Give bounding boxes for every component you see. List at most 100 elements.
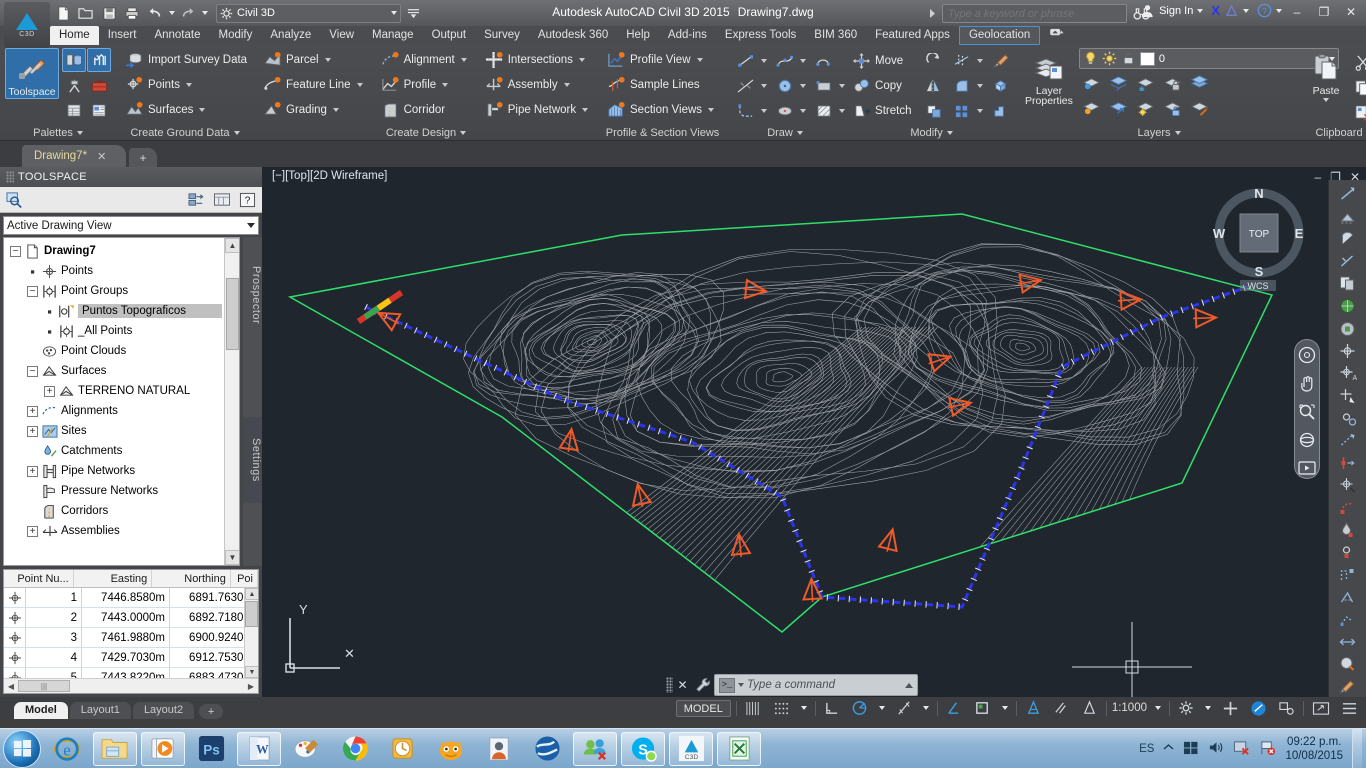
fullscreen-icon[interactable] bbox=[1309, 699, 1333, 717]
import-survey-data-button[interactable]: Import Survey Data bbox=[121, 48, 251, 72]
redo-arrow-icon[interactable] bbox=[177, 3, 199, 24]
layer-lock-icon[interactable] bbox=[1160, 71, 1186, 95]
qat-customize-icon[interactable] bbox=[402, 3, 424, 24]
autodesk-a360-icon[interactable] bbox=[1224, 4, 1239, 18]
toolspace-button[interactable]: Toolspace bbox=[5, 48, 59, 99]
create-design-expand-caret-icon[interactable] bbox=[460, 131, 466, 135]
taskbar-messenger-icon[interactable] bbox=[573, 732, 617, 766]
taskbar-file-explorer-icon[interactable] bbox=[93, 732, 137, 766]
ribbon-tab-output[interactable]: Output bbox=[423, 26, 476, 45]
dropdown-caret-icon[interactable] bbox=[325, 58, 331, 62]
dropdown-caret-icon[interactable] bbox=[461, 58, 467, 62]
civil-tool-9-icon[interactable]: A bbox=[1333, 363, 1363, 383]
civil-tool-19-icon[interactable] bbox=[1333, 587, 1363, 607]
tree-node-point-groups[interactable]: −Point Groups bbox=[4, 281, 239, 301]
profile-button[interactable]: Profile bbox=[377, 73, 475, 97]
copy-button[interactable]: Copy bbox=[848, 74, 920, 98]
expand-icon[interactable]: + bbox=[27, 466, 38, 477]
dropdown-caret-icon[interactable] bbox=[186, 83, 192, 87]
tree-node--all-points[interactable]: ▪_All Points bbox=[4, 321, 239, 341]
taskbar-chrome-icon[interactable] bbox=[333, 732, 377, 766]
customization-icon[interactable] bbox=[1338, 699, 1361, 717]
redo-dropdown-caret-icon[interactable] bbox=[200, 3, 209, 24]
grid-scroll-right-icon[interactable]: ▶ bbox=[244, 682, 258, 691]
new-file-tab-button[interactable]: + bbox=[129, 148, 157, 167]
fillet-mod-caret-icon[interactable] bbox=[977, 84, 983, 88]
help-caret-icon[interactable] bbox=[1276, 9, 1282, 13]
civil-tool-1-icon[interactable] bbox=[1333, 184, 1363, 204]
ellipse-caret-icon[interactable] bbox=[800, 109, 806, 113]
taskbar-media-player-icon[interactable] bbox=[141, 732, 185, 766]
layer-color-swatch[interactable] bbox=[1140, 52, 1155, 66]
layer-thaw-all-icon[interactable] bbox=[1133, 96, 1159, 120]
command-line-settings-icon[interactable] bbox=[692, 674, 714, 696]
sheet-set-icon[interactable] bbox=[87, 98, 111, 122]
view-selector-caret-icon[interactable] bbox=[247, 223, 255, 228]
tree-node-terreno-natural[interactable]: +TERRENO NATURAL bbox=[4, 381, 239, 401]
layers-expand-caret-icon[interactable] bbox=[1175, 131, 1181, 135]
match-properties-icon[interactable] bbox=[987, 49, 1015, 73]
civil-tool-16-icon[interactable] bbox=[1333, 520, 1363, 540]
dropdown-caret-icon[interactable] bbox=[708, 108, 714, 112]
properties-icon[interactable] bbox=[62, 98, 86, 122]
annotation-visibility-icon[interactable] bbox=[1022, 699, 1045, 717]
search-tree-icon[interactable] bbox=[4, 190, 26, 210]
grid-display-icon[interactable] bbox=[742, 699, 765, 717]
layer-unlock-icon[interactable] bbox=[1160, 96, 1186, 120]
cgd-expand-caret-icon[interactable] bbox=[234, 131, 240, 135]
command-input[interactable]: >_ Type a command bbox=[714, 674, 918, 696]
arc-icon[interactable] bbox=[810, 49, 838, 73]
profile-view-button[interactable]: Profile View bbox=[603, 48, 722, 72]
expand-icon[interactable]: + bbox=[44, 386, 55, 397]
polyline-icon[interactable] bbox=[771, 49, 799, 73]
taskbar-outlook-icon[interactable] bbox=[381, 732, 425, 766]
ribbon-overflow-icon[interactable] bbox=[1040, 26, 1074, 45]
polar-tracking-icon[interactable] bbox=[848, 699, 871, 717]
annotation-scale-icon[interactable] bbox=[1050, 699, 1073, 717]
panorama-icon[interactable] bbox=[62, 48, 86, 72]
taskbar-scratch-icon[interactable] bbox=[429, 732, 473, 766]
collapse-icon[interactable]: − bbox=[10, 246, 21, 257]
command-history-caret-icon[interactable] bbox=[738, 683, 744, 687]
cut-icon[interactable] bbox=[1351, 50, 1366, 74]
node-bullet-icon[interactable]: ▪ bbox=[44, 326, 55, 337]
dropdown-caret-icon[interactable] bbox=[582, 108, 588, 112]
sign-in-label[interactable]: Sign In bbox=[1159, 5, 1193, 17]
workspace-selector[interactable]: Civil 3D bbox=[216, 4, 401, 23]
grid-scroll-down-icon[interactable]: ▼ bbox=[245, 666, 258, 678]
new-file-icon[interactable] bbox=[52, 3, 74, 24]
tree-node-catchments[interactable]: Catchments bbox=[4, 441, 239, 461]
paste-caret-icon[interactable] bbox=[1323, 98, 1329, 102]
sample-lines-button[interactable]: Sample Lines bbox=[603, 73, 722, 97]
model-paper-toggle[interactable]: MODEL bbox=[676, 700, 731, 717]
rectangle-icon[interactable] bbox=[810, 74, 838, 98]
line-caret-icon[interactable] bbox=[761, 59, 767, 63]
polyline-caret-icon[interactable] bbox=[800, 59, 806, 63]
show-desktop-button[interactable] bbox=[1352, 729, 1362, 768]
grid-column-header[interactable]: Northing bbox=[152, 570, 231, 587]
tree-node-assemblies[interactable]: +Assemblies bbox=[4, 521, 239, 541]
active-drawing-view-selector[interactable]: Active Drawing View bbox=[3, 216, 259, 235]
draw-expand-caret-icon[interactable] bbox=[797, 131, 803, 135]
ribbon-tab-view[interactable]: View bbox=[320, 26, 363, 45]
object-snap-icon[interactable] bbox=[943, 699, 966, 717]
expand-icon[interactable]: + bbox=[27, 406, 38, 417]
file-tab-close-icon[interactable]: ✕ bbox=[97, 150, 106, 163]
tree-node-pipe-networks[interactable]: +Pipe Networks bbox=[4, 461, 239, 481]
network-windows-icon[interactable] bbox=[1183, 740, 1199, 758]
taskbar-excel-icon[interactable] bbox=[717, 732, 761, 766]
xline-caret-icon[interactable] bbox=[761, 84, 767, 88]
help-icon[interactable]: ? bbox=[236, 190, 258, 210]
civil-tool-18-icon[interactable] bbox=[1333, 565, 1363, 585]
command-line-close-icon[interactable]: ✕ bbox=[673, 674, 692, 696]
layer-isolate-icon[interactable] bbox=[1079, 71, 1105, 95]
civil-tool-22-icon[interactable] bbox=[1333, 654, 1363, 674]
layout-tab-layout2[interactable]: Layout2 bbox=[133, 702, 194, 719]
item-view-icon[interactable] bbox=[186, 190, 208, 210]
extrude-icon[interactable] bbox=[987, 99, 1015, 123]
ribbon-tab-annotate[interactable]: Annotate bbox=[145, 26, 209, 45]
tree-node-drawing7[interactable]: −Drawing7 bbox=[4, 241, 239, 261]
object-snap-tracking-icon[interactable] bbox=[971, 699, 994, 717]
showmotion-icon[interactable] bbox=[1297, 459, 1317, 478]
tree-vertical-scrollbar[interactable]: ▲▼ bbox=[224, 238, 239, 565]
